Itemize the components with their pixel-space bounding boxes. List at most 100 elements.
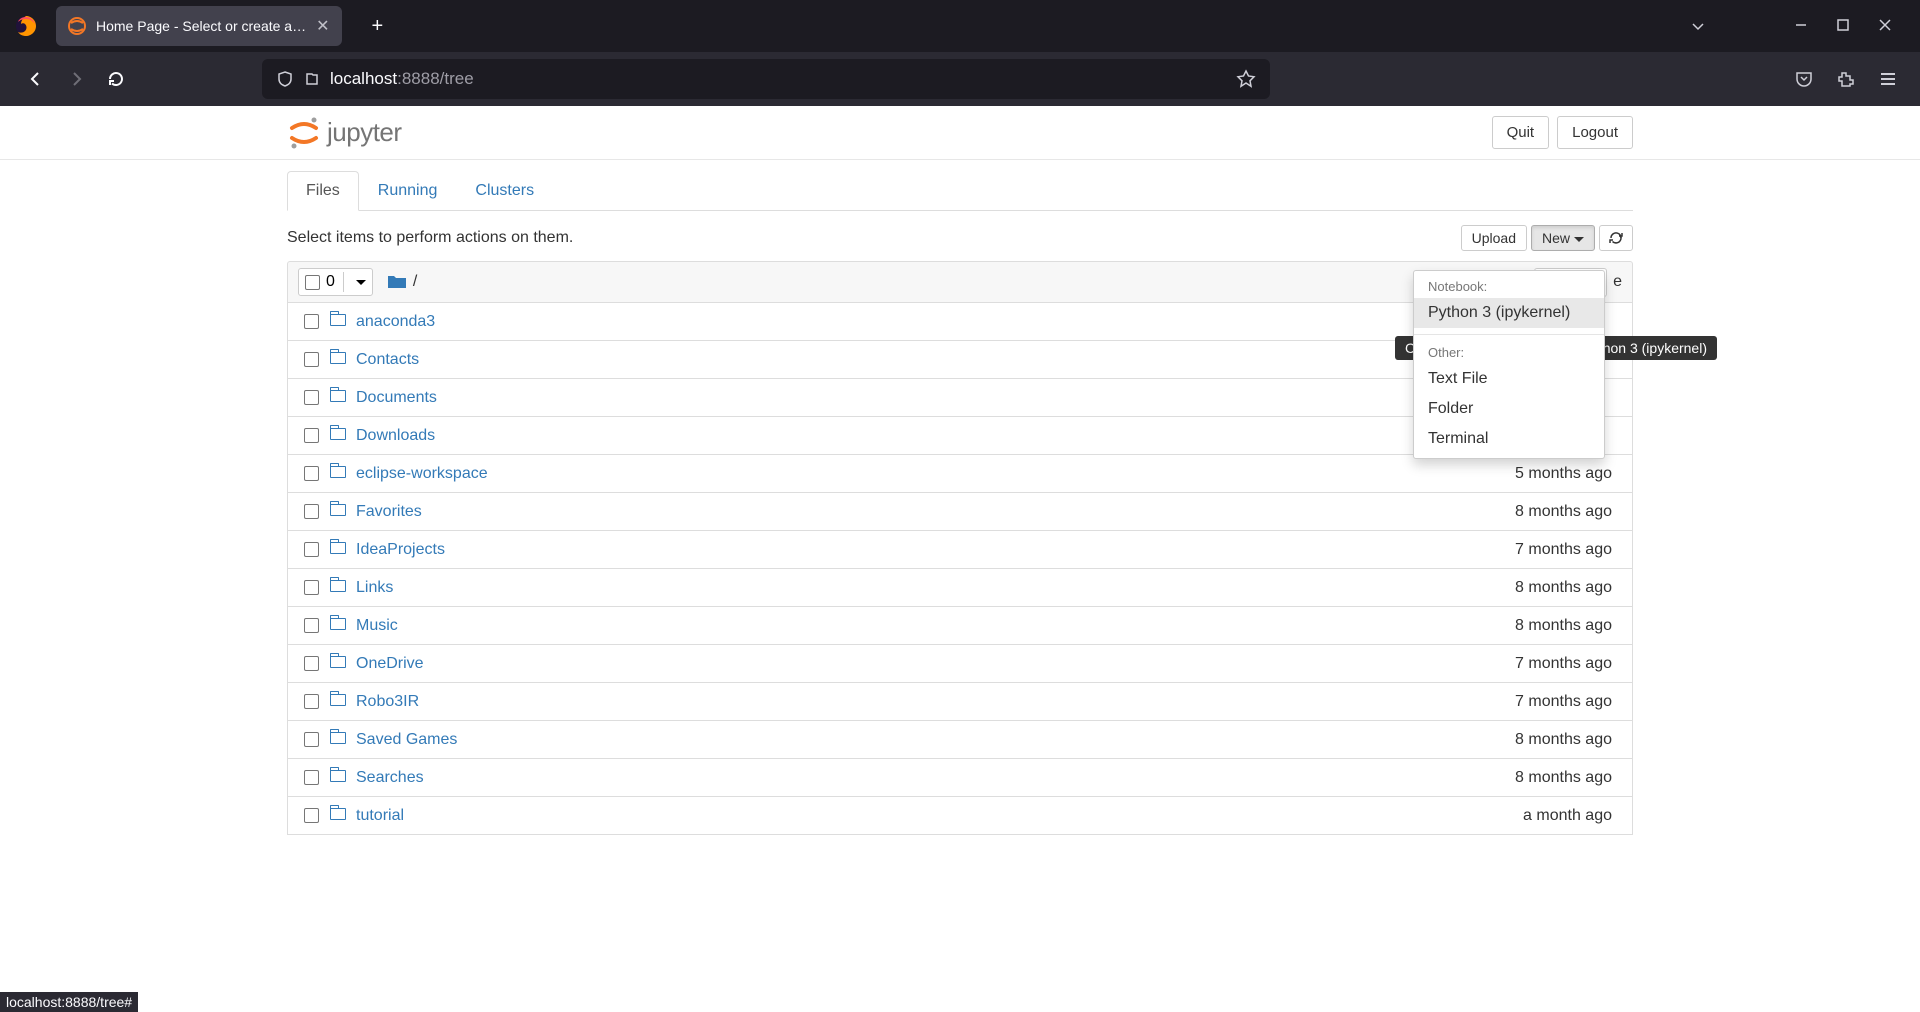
bookmark-star-icon[interactable] bbox=[1236, 69, 1256, 89]
selected-count: 0 bbox=[326, 273, 335, 291]
jupyter-favicon-icon bbox=[68, 17, 86, 35]
new-python3-item[interactable]: Python 3 (ipykernel) bbox=[1414, 298, 1604, 328]
folder-outline-icon bbox=[330, 351, 348, 369]
new-tab-button[interactable]: + bbox=[362, 9, 394, 44]
file-name-link[interactable]: IdeaProjects bbox=[356, 541, 445, 559]
action-hint: Select items to perform actions on them. bbox=[287, 229, 573, 247]
logout-button[interactable]: Logout bbox=[1557, 116, 1633, 149]
file-modified: 8 months ago bbox=[1515, 503, 1622, 521]
file-name-link[interactable]: Links bbox=[356, 579, 393, 597]
tab-dropdown-icon[interactable] bbox=[1690, 18, 1706, 34]
row-checkbox[interactable] bbox=[304, 314, 319, 329]
folder-outline-icon bbox=[330, 731, 348, 749]
new-text-file-item[interactable]: Text File bbox=[1414, 364, 1604, 394]
select-all-checkbox[interactable] bbox=[305, 275, 320, 290]
jupyter-logo[interactable]: jupyter bbox=[287, 118, 402, 148]
select-all-control[interactable]: 0 bbox=[298, 268, 373, 296]
main-tabs: Files Running Clusters bbox=[287, 170, 1633, 211]
file-row[interactable]: Favorites 8 months ago bbox=[287, 493, 1633, 531]
window-maximize-button[interactable] bbox=[1836, 18, 1850, 34]
file-modified: 8 months ago bbox=[1515, 579, 1622, 597]
file-modified: 8 months ago bbox=[1515, 617, 1622, 635]
file-modified: 7 months ago bbox=[1515, 655, 1622, 673]
file-name-link[interactable]: Saved Games bbox=[356, 731, 457, 749]
file-row[interactable]: Links 8 months ago bbox=[287, 569, 1633, 607]
url-bar[interactable]: localhost:8888/tree bbox=[262, 59, 1270, 99]
back-button[interactable] bbox=[16, 59, 56, 99]
row-checkbox[interactable] bbox=[304, 542, 319, 557]
folder-outline-icon bbox=[330, 313, 348, 331]
file-name-link[interactable]: tutorial bbox=[356, 807, 404, 825]
row-checkbox[interactable] bbox=[304, 618, 319, 633]
file-modified: 7 months ago bbox=[1515, 693, 1622, 711]
row-checkbox[interactable] bbox=[304, 466, 319, 481]
file-row[interactable]: OneDrive 7 months ago bbox=[287, 645, 1633, 683]
file-name-link[interactable]: Favorites bbox=[356, 503, 422, 521]
new-terminal-item[interactable]: Terminal bbox=[1414, 424, 1604, 454]
quit-button[interactable]: Quit bbox=[1492, 116, 1550, 149]
file-row[interactable]: IdeaProjects7 months ago bbox=[287, 531, 1633, 569]
browser-tab[interactable]: Home Page - Select or create a… ✕ bbox=[56, 6, 342, 46]
new-folder-item[interactable]: Folder bbox=[1414, 394, 1604, 424]
tab-running[interactable]: Running bbox=[359, 171, 457, 211]
file-row[interactable]: Music 8 months ago bbox=[287, 607, 1633, 645]
jupyter-page: jupyter Quit Logout Files Running Cluste… bbox=[0, 106, 1920, 835]
dropdown-divider bbox=[1414, 334, 1604, 335]
row-checkbox[interactable] bbox=[304, 808, 319, 823]
row-checkbox[interactable] bbox=[304, 580, 319, 595]
pocket-icon[interactable] bbox=[1794, 69, 1814, 89]
file-row[interactable]: Searches 8 months ago bbox=[287, 759, 1633, 797]
browser-tab-strip: Home Page - Select or create a… ✕ + bbox=[0, 0, 1920, 52]
file-modified: 8 months ago bbox=[1515, 769, 1622, 787]
window-minimize-button[interactable] bbox=[1794, 18, 1808, 34]
new-button[interactable]: New bbox=[1531, 225, 1595, 251]
reload-button[interactable] bbox=[96, 59, 136, 99]
site-info-icon[interactable] bbox=[304, 71, 320, 87]
folder-outline-icon bbox=[330, 541, 348, 559]
folder-outline-icon bbox=[330, 655, 348, 673]
file-name-link[interactable]: Documents bbox=[356, 389, 437, 407]
file-name-link[interactable]: Contacts bbox=[356, 351, 419, 369]
folder-outline-icon bbox=[330, 503, 348, 521]
row-checkbox[interactable] bbox=[304, 428, 319, 443]
tab-close-button[interactable]: ✕ bbox=[306, 16, 329, 36]
file-name-link[interactable]: anaconda3 bbox=[356, 313, 435, 331]
refresh-button[interactable] bbox=[1599, 225, 1633, 251]
new-dropdown: Notebook: Python 3 (ipykernel) Other: Te… bbox=[1413, 270, 1605, 459]
folder-outline-icon bbox=[330, 617, 348, 635]
row-checkbox[interactable] bbox=[304, 770, 319, 785]
folder-icon bbox=[387, 274, 407, 290]
file-name-link[interactable]: eclipse-workspace bbox=[356, 465, 488, 483]
row-checkbox[interactable] bbox=[304, 656, 319, 671]
row-checkbox[interactable] bbox=[304, 732, 319, 747]
row-checkbox[interactable] bbox=[304, 694, 319, 709]
tab-clusters[interactable]: Clusters bbox=[456, 171, 553, 211]
file-name-link[interactable]: Searches bbox=[356, 769, 424, 787]
dropdown-section-notebook: Notebook: bbox=[1414, 275, 1604, 298]
row-checkbox[interactable] bbox=[304, 390, 319, 405]
file-name-link[interactable]: Music bbox=[356, 617, 398, 635]
file-name-link[interactable]: Downloads bbox=[356, 427, 435, 445]
tracking-shield-icon[interactable] bbox=[276, 70, 294, 88]
row-checkbox[interactable] bbox=[304, 504, 319, 519]
file-row[interactable]: eclipse-workspace5 months ago bbox=[287, 455, 1633, 493]
url-text: localhost:8888/tree bbox=[330, 69, 1236, 89]
file-modified: a month ago bbox=[1523, 807, 1622, 825]
tab-files[interactable]: Files bbox=[287, 171, 359, 211]
caret-down-icon bbox=[1574, 237, 1584, 242]
file-name-link[interactable]: OneDrive bbox=[356, 655, 424, 673]
extensions-icon[interactable] bbox=[1836, 69, 1856, 89]
file-row[interactable]: Robo3IR 7 months ago bbox=[287, 683, 1633, 721]
breadcrumb[interactable]: / bbox=[387, 273, 417, 291]
row-checkbox[interactable] bbox=[304, 352, 319, 367]
hamburger-menu-icon[interactable] bbox=[1878, 69, 1898, 89]
forward-button[interactable] bbox=[56, 59, 96, 99]
file-name-link[interactable]: Robo3IR bbox=[356, 693, 419, 711]
upload-button[interactable]: Upload bbox=[1461, 225, 1527, 251]
overflow-text: e bbox=[1613, 273, 1622, 291]
window-controls bbox=[1690, 18, 1920, 34]
breadcrumb-root[interactable]: / bbox=[413, 273, 417, 291]
file-row[interactable]: tutorial a month ago bbox=[287, 797, 1633, 835]
file-row[interactable]: Saved Games8 months ago bbox=[287, 721, 1633, 759]
window-close-button[interactable] bbox=[1878, 18, 1892, 34]
